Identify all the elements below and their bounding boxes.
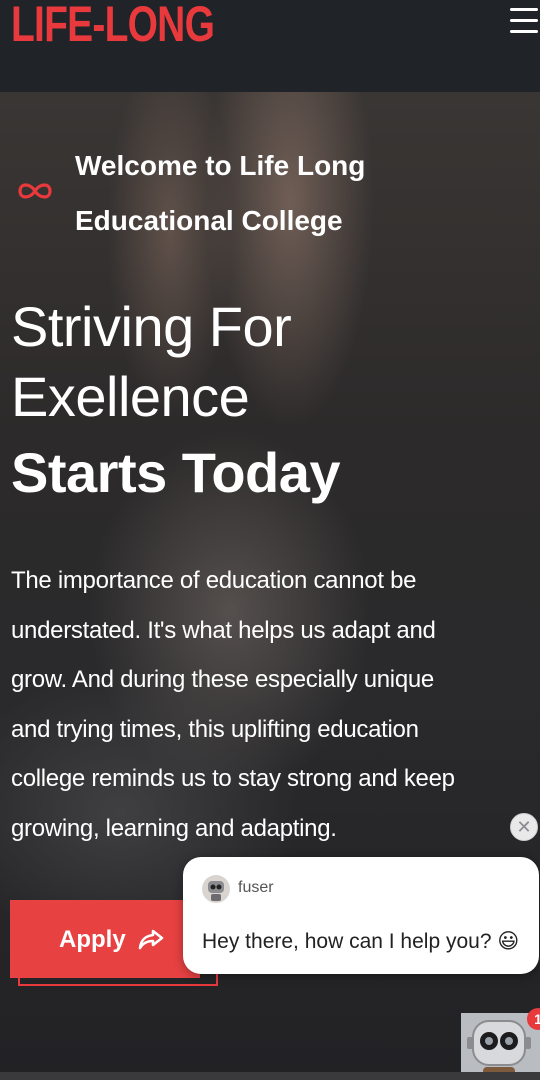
chat-avatar xyxy=(202,875,230,903)
paragraph-line: college reminds us to stay strong and ke… xyxy=(11,765,455,793)
paragraph-line: and trying times, this uplifting educati… xyxy=(11,715,419,743)
intro-paragraph: The importance of education cannot be un… xyxy=(11,556,511,854)
robot-avatar-icon xyxy=(208,881,224,901)
headline-line-2: Exellence xyxy=(11,365,250,428)
paragraph-line: The importance of education cannot be xyxy=(11,567,417,594)
paragraph-line: understated. It's what helps us adapt an… xyxy=(11,616,436,644)
headline-light: Striving For Exellence xyxy=(11,292,292,432)
chat-user-name: fuser xyxy=(238,879,274,896)
apply-button[interactable]: Apply xyxy=(10,900,200,978)
chat-popup[interactable]: fuser Hey there, how can I help you? 😃 xyxy=(183,857,539,974)
share-arrow-icon xyxy=(138,929,164,950)
site-header: LIFE-LONG xyxy=(0,0,540,92)
hamburger-menu-icon[interactable] xyxy=(506,4,540,38)
site-logo[interactable]: LIFE-LONG xyxy=(11,0,215,54)
chat-message: Hey there, how can I help you? 😃 xyxy=(202,930,520,953)
welcome-line-1: Welcome to Life Long xyxy=(75,150,366,181)
welcome-line-2: Educational College xyxy=(75,205,343,236)
headline-bold: Starts Today xyxy=(11,441,341,504)
infinity-icon xyxy=(18,183,52,199)
apply-button-label: Apply xyxy=(59,926,126,953)
bottom-edge xyxy=(0,1072,540,1080)
headline-line-1: Striving For xyxy=(11,295,292,358)
paragraph-line: growing, learning and adapting. xyxy=(11,814,337,842)
welcome-heading: Welcome to Life Long Educational College xyxy=(75,138,495,248)
close-icon[interactable]: ✕ xyxy=(510,813,538,841)
paragraph-line: grow. And during these especially unique xyxy=(11,666,434,694)
